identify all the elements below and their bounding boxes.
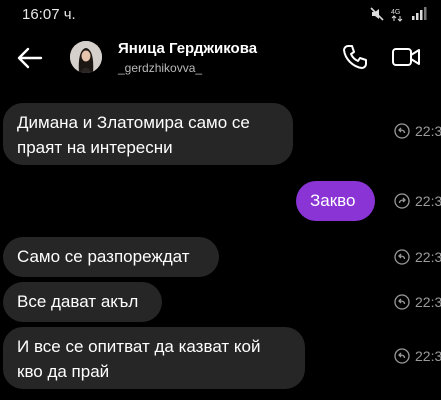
4g-icon: 4G: [391, 9, 403, 22]
message-timestamp: 22:3: [394, 294, 441, 310]
message-bubble[interactable]: И все се опитват да казват кой кво да пр…: [3, 327, 305, 389]
message-timestamp: 22:3: [394, 193, 441, 209]
message-text-line: Само се разпореждат: [17, 247, 190, 266]
status-icons: 4G: [369, 6, 429, 22]
timestamp-text: 22:3: [415, 294, 441, 310]
reply-icon[interactable]: [394, 294, 410, 310]
contact-username[interactable]: _gerdzhikovva_: [118, 61, 202, 75]
avatar[interactable]: [70, 41, 102, 73]
reply-icon[interactable]: [394, 193, 410, 209]
message-text-line: Все дават акъл: [17, 292, 139, 311]
back-arrow-icon: [17, 47, 43, 69]
reply-icon[interactable]: [394, 348, 410, 364]
message-timestamp: 22:3: [394, 348, 441, 364]
message-text-line: праят на интересни: [17, 138, 173, 157]
video-call-icon: [392, 48, 420, 66]
message-timestamp: 22:3: [394, 123, 441, 139]
reply-icon[interactable]: [394, 123, 410, 139]
chat-header: Яница Герджикова _gerdzhikovva_: [0, 30, 441, 85]
signal-icon: [412, 7, 427, 20]
message-timestamp: 22:3: [394, 249, 441, 265]
message-text-line: И все се опитват да казват кой: [17, 337, 261, 356]
message-text-line: Димана и Златомира само се: [17, 113, 250, 132]
message-bubble[interactable]: Димана и Златомира само се праят на инте…: [3, 103, 293, 165]
status-bar: 16:07 ч. 4G: [0, 0, 441, 30]
timestamp-text: 22:3: [415, 348, 441, 364]
message-bubble[interactable]: Само се разпореждат: [3, 237, 219, 277]
mute-icon: [370, 7, 384, 21]
voice-call-button[interactable]: [340, 42, 370, 72]
status-time: 16:07 ч.: [22, 6, 76, 23]
message-bubble-sent[interactable]: Закво: [296, 181, 375, 221]
timestamp-text: 22:3: [415, 249, 441, 265]
contact-name[interactable]: Яница Герджикова: [118, 40, 257, 57]
phone-icon: [343, 45, 367, 69]
message-bubble[interactable]: Все дават акъл: [3, 282, 162, 322]
message-text-line: кво да прай: [17, 362, 110, 381]
profile-photo-icon: [70, 41, 102, 73]
svg-text:4G: 4G: [391, 9, 400, 16]
message-text-line: Закво: [310, 191, 356, 210]
timestamp-text: 22:3: [415, 123, 441, 139]
back-button[interactable]: [14, 42, 46, 74]
timestamp-text: 22:3: [415, 193, 441, 209]
video-call-button[interactable]: [390, 42, 422, 72]
reply-icon[interactable]: [394, 249, 410, 265]
